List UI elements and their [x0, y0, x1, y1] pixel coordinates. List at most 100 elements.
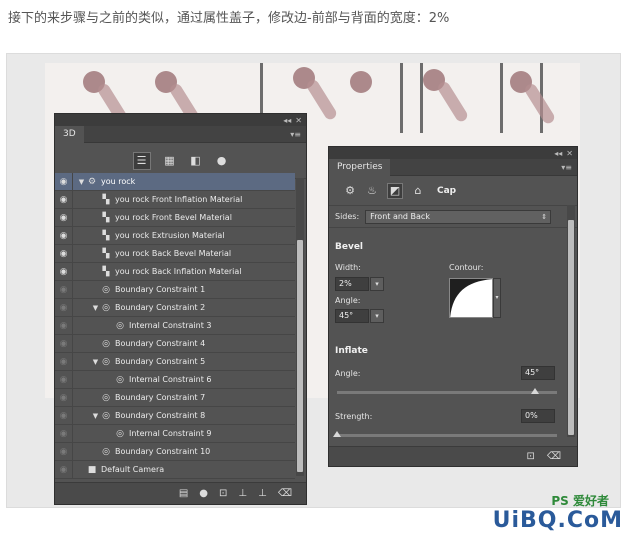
- visibility-eye-icon[interactable]: ◉: [55, 244, 73, 263]
- scene-item-icon: ▚: [102, 194, 110, 205]
- canvas-bar: [420, 63, 423, 133]
- double-chevron-icon[interactable]: ◂◂: [283, 116, 291, 125]
- new-object-icon[interactable]: ⊥: [258, 488, 267, 499]
- scene-item-icon: ◎: [116, 320, 124, 331]
- width-input[interactable]: 2%: [335, 277, 369, 291]
- inflate-angle-slider-knob[interactable]: [531, 388, 539, 394]
- strength-slider-knob[interactable]: [333, 431, 341, 437]
- scene-tree-row[interactable]: ◉ ▚ you rock Front Inflation Material: [55, 190, 295, 209]
- mesh-filter-icon[interactable]: ▦: [163, 154, 177, 168]
- close-icon[interactable]: ✕: [295, 116, 302, 125]
- scene-tree-row[interactable]: ◉ ◎ Boundary Constraint 1: [55, 280, 295, 299]
- visibility-eye-icon[interactable]: ◉: [55, 424, 73, 443]
- scene-tree-row[interactable]: ◉ ◎ Boundary Constraint 7: [55, 388, 295, 407]
- inflate-section-title: Inflate: [335, 346, 368, 356]
- scene-tree-row[interactable]: ◉ ▚ you rock Back Inflation Material: [55, 262, 295, 281]
- properties-bottombar: ⊡ ⌫: [329, 446, 577, 466]
- visibility-eye-icon[interactable]: ◉: [55, 388, 73, 407]
- drop-to-plane-icon[interactable]: ⊥: [238, 488, 247, 499]
- visibility-eye-icon[interactable]: ◉: [55, 226, 73, 245]
- trash-icon[interactable]: ⌫: [278, 488, 292, 499]
- width-dropdown[interactable]: ▾: [370, 277, 384, 291]
- bevel-angle-dropdown[interactable]: ▾: [370, 309, 384, 323]
- sides-select[interactable]: Front and Back ⇕: [365, 209, 552, 224]
- scene-item-icon: ⚙: [87, 176, 97, 187]
- cap-mode-icon[interactable]: ◩: [387, 182, 403, 199]
- render-settings-icon[interactable]: ▤: [179, 488, 188, 499]
- panel-3d-bottombar: ▤ ● ⊡ ⊥ ⊥ ⌫: [55, 482, 306, 504]
- close-icon[interactable]: ✕: [566, 149, 573, 158]
- scene-tree-row[interactable]: ◉ ◎ Internal Constraint 9: [55, 424, 295, 443]
- scene-item-label: Boundary Constraint 4: [115, 339, 206, 348]
- add-light-icon[interactable]: ●: [199, 488, 208, 499]
- visibility-eye-icon[interactable]: ◉: [55, 334, 73, 353]
- scene-tree-row[interactable]: ◉ ▼ ◎ Boundary Constraint 8: [55, 406, 295, 425]
- deform-mode-icon[interactable]: ♨: [365, 184, 379, 198]
- sides-row: Sides: Front and Back ⇕: [329, 206, 577, 228]
- coordinates-mode-icon[interactable]: ⌂: [411, 184, 425, 198]
- visibility-eye-icon[interactable]: ◉: [55, 316, 73, 335]
- scrollbar[interactable]: [296, 178, 304, 476]
- scene-filter-icon[interactable]: ☰: [132, 151, 151, 170]
- contour-preview[interactable]: [449, 278, 493, 318]
- scrollbar-thumb[interactable]: [568, 220, 574, 435]
- visibility-eye-icon[interactable]: ◉: [55, 370, 73, 389]
- scene-tree-row[interactable]: ◉ ▼ ⚙ you rock: [55, 172, 295, 191]
- scrollbar[interactable]: [567, 205, 575, 437]
- scene-item-icon: ◎: [102, 410, 110, 421]
- scene-tree-row[interactable]: ◉ ▼ ◎ Boundary Constraint 2: [55, 298, 295, 317]
- scene-item-icon: ◎: [102, 284, 110, 295]
- visibility-eye-icon[interactable]: ◉: [55, 172, 73, 191]
- scene-tree-row[interactable]: ◉ ■ Default Camera: [55, 460, 295, 479]
- double-chevron-icon[interactable]: ◂◂: [554, 149, 562, 158]
- visibility-eye-icon[interactable]: ◉: [55, 298, 73, 317]
- strength-slider[interactable]: [337, 434, 557, 437]
- scene-tree-row[interactable]: ◉ ◎ Boundary Constraint 4: [55, 334, 295, 353]
- visibility-eye-icon[interactable]: ◉: [55, 442, 73, 461]
- inflate-angle-slider[interactable]: [337, 391, 557, 394]
- scene-tree-row[interactable]: ◉ ▚ you rock Front Bevel Material: [55, 208, 295, 227]
- material-filter-icon[interactable]: ◧: [189, 154, 203, 168]
- add-constraint-icon[interactable]: ⊡: [219, 488, 227, 499]
- scene-tree-row[interactable]: ◉ ▼ ◎ Boundary Constraint 5: [55, 352, 295, 371]
- visibility-eye-icon[interactable]: ◉: [55, 262, 73, 281]
- contour-dropdown[interactable]: ▾: [493, 278, 501, 318]
- scene-tree-row[interactable]: ◉ ◎ Internal Constraint 3: [55, 316, 295, 335]
- properties-tabbar: Properties ▾≡: [329, 158, 577, 176]
- scene-tree-row[interactable]: ◉ ▚ you rock Extrusion Material: [55, 226, 295, 245]
- scene-item-icon: ◎: [102, 338, 110, 349]
- canvas-bar: [400, 63, 403, 133]
- watermark-site: UiBQ.CoM: [492, 508, 623, 533]
- panel-menu-icon[interactable]: ▾≡: [290, 130, 306, 139]
- expand-triangle-icon[interactable]: ▼: [91, 304, 100, 312]
- bevel-angle-input[interactable]: 45°: [335, 309, 369, 323]
- inflate-angle-input[interactable]: 45°: [521, 366, 555, 380]
- scene-item-label: Boundary Constraint 2: [115, 303, 206, 312]
- expand-triangle-icon[interactable]: ▼: [77, 178, 86, 186]
- light-filter-icon[interactable]: ●: [215, 154, 229, 168]
- scene-tree-row[interactable]: ◉ ▚ you rock Back Bevel Material: [55, 244, 295, 263]
- canvas-peg: [304, 77, 339, 122]
- scrollbar-thumb[interactable]: [297, 240, 303, 472]
- trash-icon[interactable]: ⌫: [547, 451, 561, 462]
- expand-triangle-icon[interactable]: ▼: [91, 358, 100, 366]
- visibility-eye-icon[interactable]: ◉: [55, 406, 73, 425]
- tab-3d[interactable]: 3D: [55, 125, 84, 143]
- visibility-eye-icon[interactable]: ◉: [55, 280, 73, 299]
- scene-tree-row[interactable]: ◉ ◎ Boundary Constraint 10: [55, 442, 295, 461]
- render-icon[interactable]: ⊡: [526, 451, 534, 462]
- strength-input[interactable]: 0%: [521, 409, 555, 423]
- visibility-eye-icon[interactable]: ◉: [55, 460, 73, 479]
- scene-item-icon: ◎: [116, 374, 124, 385]
- visibility-eye-icon[interactable]: ◉: [55, 208, 73, 227]
- visibility-eye-icon[interactable]: ◉: [55, 190, 73, 209]
- scene-item-icon: ▚: [102, 248, 110, 259]
- panel-menu-icon[interactable]: ▾≡: [561, 163, 577, 172]
- panel-3d-header: ◂◂ ✕: [55, 114, 306, 126]
- mesh-mode-icon[interactable]: ⚙: [343, 184, 357, 198]
- expand-triangle-icon[interactable]: ▼: [91, 412, 100, 420]
- tab-properties[interactable]: Properties: [329, 158, 391, 176]
- scene-item-icon: ◎: [102, 302, 110, 313]
- visibility-eye-icon[interactable]: ◉: [55, 352, 73, 371]
- scene-tree-row[interactable]: ◉ ◎ Internal Constraint 6: [55, 370, 295, 389]
